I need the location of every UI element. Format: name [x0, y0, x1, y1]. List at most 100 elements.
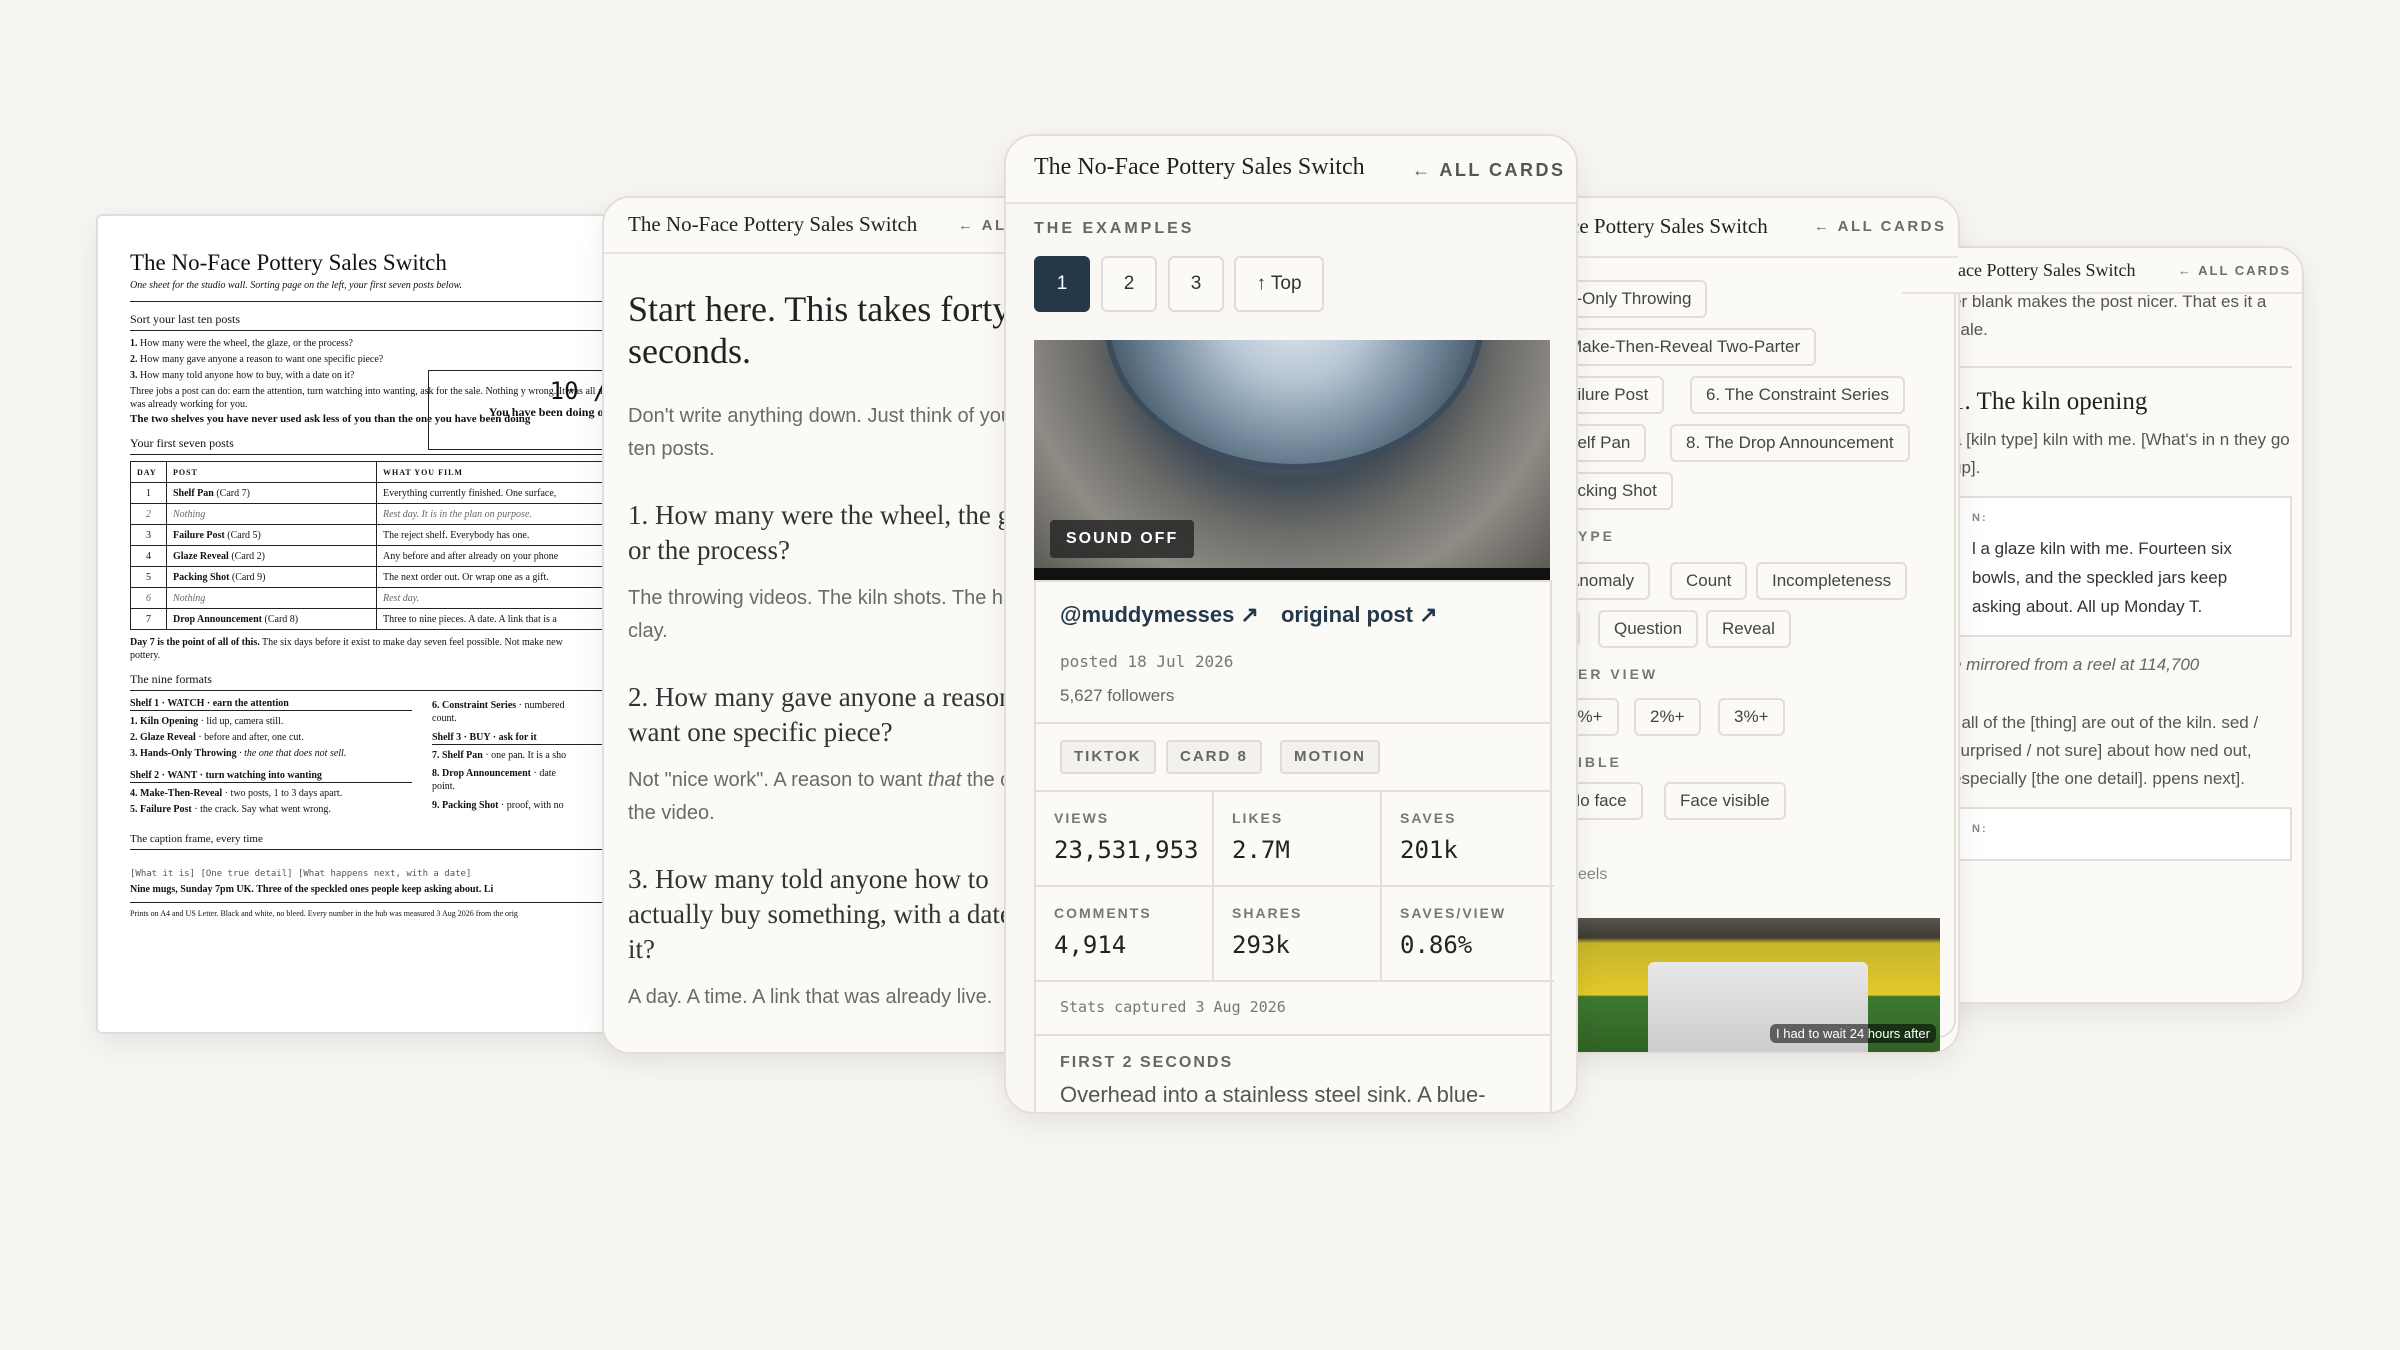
caption-template-2: t all of the [thing] are out of the kiln… [1952, 713, 2259, 788]
answer-3: A day. A time. A link that was already l… [628, 986, 993, 1008]
arrow-left-icon: ← [1412, 160, 1433, 180]
answer-1: The throwing videos. The kiln shots. The… [628, 587, 1042, 642]
first-seconds-text: Overhead into a stainless steel sink. A … [1060, 1082, 1486, 1107]
first-seconds-section: FIRST 2 SECONDS Overhead into a stainles… [1036, 1034, 1550, 1108]
sound-off-badge: SOUND OFF [1050, 520, 1195, 558]
all-cards-link[interactable]: ← ALL CARDS [2178, 263, 2291, 278]
shelf-2-heading: Shelf 2 · WANT · turn watching into want… [130, 769, 412, 783]
hook-type-chip[interactable]: Incompleteness [1756, 562, 1908, 600]
stat-views: VIEWS 23,531,953 [1036, 792, 1214, 887]
stat-saves: SAVES 201k [1382, 792, 1554, 887]
table-row: 7 Drop Announcement (Card 8) Three to nine… [130, 608, 674, 630]
posted-date: posted 18 Jul 2026 [1060, 652, 1234, 671]
col-day: DAY [130, 461, 167, 483]
card-title: The No-Face Pottery Sales Switch [1034, 154, 1365, 180]
question-2: 2. How many gave anyone a reason to want… [628, 682, 1041, 747]
sort-question: 1. How many were the wheel, the glaze, o… [130, 338, 353, 349]
saves-filter-chip[interactable]: 2%+ [1634, 698, 1701, 736]
caption-heading: The caption frame, every time [130, 833, 674, 850]
format-item-continued: count. [432, 713, 457, 724]
hook-type-chip[interactable]: Reveal [1706, 610, 1791, 648]
all-cards-link[interactable]: ← ALL CARDS [1814, 218, 1947, 235]
example-text: l a glaze kiln with me. Fourteen six bow… [1972, 539, 2232, 616]
bowl-image [1104, 340, 1484, 470]
section-label: THE EXAMPLES [1034, 220, 1195, 237]
formats-heading: The nine formats [130, 672, 674, 691]
stat-shares: SHARES 293k [1214, 887, 1382, 982]
answer-2: Not "nice work". A reason to want that t… [628, 769, 1040, 824]
stat-saves-per-view: SAVES/VIEW 0.86% [1382, 887, 1554, 982]
arrow-left-icon: ← [2178, 263, 2193, 278]
sort-question: 2. How many gave anyone a reason to want… [130, 354, 384, 365]
card-title: The No-Face Pottery Sales Switch [628, 212, 918, 236]
first-seconds-label: FIRST 2 SECONDS [1060, 1054, 1234, 1071]
page-button-1[interactable]: 1 [1034, 256, 1090, 312]
day7-note: Day 7 is the point of all of this. The s… [130, 637, 563, 661]
saves-per-view-label: ER VIEW [1578, 666, 1659, 682]
example-box: N: [1952, 807, 2292, 861]
table-row: 2 Nothing Rest day. It is in the plan on p… [130, 503, 674, 525]
format-filter-chip[interactable]: 8. The Drop Announcement [1670, 424, 1910, 462]
example-label: N: [1972, 823, 1988, 835]
question-3: 3. How many told anyone how to actually … [628, 864, 1042, 964]
hook-type-label: YPE [1578, 528, 1616, 544]
card-title: ce Pottery Sales Switch [1570, 214, 1768, 238]
arrow-left-icon: ← [1814, 218, 1832, 235]
hook-type-chip[interactable]: Count [1670, 562, 1748, 600]
stats-grid: VIEWS 23,531,953 LIKES 2.7M SAVES 201k COMM… [1036, 792, 1554, 982]
format-filter-chip[interactable]: 6. The Constraint Series [1690, 376, 1905, 414]
table-row: 5 Packing Shot (Card 9) The next order out… [130, 566, 674, 588]
thumbnail-caption: I had to wait 24 hours after [1770, 1024, 1936, 1043]
printable-sheet-card: The No-Face Pottery Sales Switch One she… [96, 214, 676, 1034]
example-details: @muddymesses ↗ original post ↗ posted 18… [1034, 580, 1554, 1112]
creator-handle-link[interactable]: @muddymesses ↗ [1060, 602, 1259, 627]
sort-heading: Sort your last ten posts [130, 312, 674, 331]
tag: TIKTOK [1060, 740, 1156, 774]
formats-list: Shelf 1 · WATCH · earn the attention 1. … [130, 697, 674, 865]
shelf-1-heading: Shelf 1 · WATCH · earn the attention [130, 697, 412, 711]
col-post: POST [166, 461, 377, 483]
page-button-3[interactable]: 3 [1168, 256, 1224, 312]
page-button-2[interactable]: 2 [1101, 256, 1157, 312]
format-heading: 1. The kiln opening [1952, 388, 2148, 415]
tag: MOTION [1280, 740, 1380, 774]
reel-thumbnail[interactable]: I had to wait 24 hours after [1578, 918, 1940, 1052]
examples-card: The No-Face Pottery Sales Switch ← ALL C… [1004, 134, 1578, 1114]
filters-card: ce Pottery Sales Switch ← ALL CARDS s-On… [1540, 196, 1960, 1054]
divider [1952, 366, 2292, 368]
face-filter-chip[interactable]: Face visible [1664, 782, 1786, 820]
format-item-continued: point. [432, 781, 456, 792]
table-header-row: DAY POST WHAT YOU FILM [130, 461, 674, 483]
example-video[interactable]: SOUND OFF [1034, 340, 1550, 580]
format-item: 7. Shelf Pan · one pan. It is a sho [432, 750, 567, 761]
saves-filter-chip[interactable]: 3%+ [1718, 698, 1785, 736]
format-item: 5. Failure Post · the crack. Say what we… [130, 804, 331, 815]
hook-type-chip[interactable]: Question [1598, 610, 1699, 648]
format-item: 3. Hands-Only Throwing · the one that do… [130, 748, 347, 759]
caption-template: a [kiln type] kiln with me. [What's in n… [1952, 430, 2290, 477]
format-item: 8. Drop Announcement · date [432, 768, 556, 779]
original-post-link[interactable]: original post ↗ [1281, 602, 1438, 627]
card-header: The No-Face Pottery Sales Switch ← AL [604, 198, 1040, 254]
card-header: The No-Face Pottery Sales Switch ← ALL C… [1006, 136, 1576, 204]
tag-row: TIKTOK CARD 8 MOTION [1036, 722, 1550, 792]
face-visible-label: IBLE [1578, 754, 1622, 770]
format-filter-chip[interactable]: Make-Then-Reveal Two-Parter [1552, 328, 1817, 366]
all-cards-link[interactable]: ← ALL CARDS [1412, 160, 1566, 181]
sheet-subtitle: One sheet for the studio wall. Sorting p… [130, 280, 674, 302]
format-item: 2. Glaze Reveal · before and after, one … [130, 732, 304, 743]
video-progress-bar[interactable] [1034, 568, 1550, 580]
start-heading: Start here. This takes forty seconds. [628, 289, 1011, 371]
card-header: ce Pottery Sales Switch ← ALL CARDS [1542, 198, 1958, 258]
sheet-title: The No-Face Pottery Sales Switch [130, 250, 447, 275]
sort-question: 3. How many told anyone how to buy, with… [130, 370, 355, 381]
arrow-left-icon: ← [958, 217, 976, 234]
example-label: N: [1972, 512, 1988, 524]
table-row: 1 Shelf Pan (Card 7) Everything currently … [130, 482, 674, 504]
post-links: @muddymesses ↗ original post ↗ [1060, 602, 1454, 628]
all-cards-link[interactable]: ← AL [958, 217, 1007, 234]
kiln-opening-card: ace Pottery Sales Switch ← ALL CARDS er … [1900, 246, 2304, 1004]
format-item: 9. Packing Shot · proof, with no [432, 800, 564, 811]
reels-count: eels [1578, 866, 1608, 883]
top-button[interactable]: ↑ Top [1234, 256, 1324, 312]
